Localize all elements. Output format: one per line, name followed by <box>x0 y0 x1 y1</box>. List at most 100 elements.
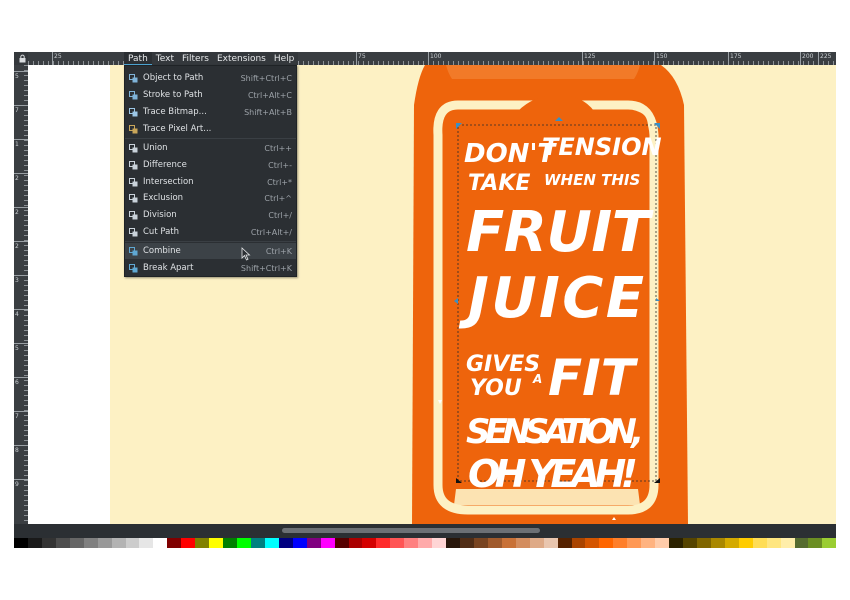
menu-item-label: Trace Bitmap... <box>143 107 207 117</box>
text-take[interactable]: TAKE <box>468 171 530 196</box>
menu-item-intersection[interactable]: Intersection Ctrl+* <box>125 174 296 190</box>
menu-item-union[interactable]: Union Ctrl++ <box>125 140 296 156</box>
palette-swatch[interactable] <box>794 538 809 548</box>
palette-swatch[interactable] <box>446 538 460 548</box>
menu-item-label: Intersection <box>143 177 194 187</box>
palette-swatch[interactable] <box>710 538 725 548</box>
scrollbar-thumb[interactable] <box>282 528 540 533</box>
menu-item-difference[interactable]: Difference Ctrl+- <box>125 157 296 173</box>
palette-swatch[interactable] <box>724 538 739 548</box>
palette-swatch[interactable] <box>125 538 140 548</box>
palette-swatch[interactable] <box>543 538 558 548</box>
palette-swatch[interactable] <box>529 538 544 548</box>
ruler-major-tick <box>14 173 28 174</box>
palette-swatch[interactable] <box>738 538 753 548</box>
palette-swatch[interactable] <box>683 538 697 548</box>
palette-swatch[interactable] <box>153 538 168 548</box>
palette-swatch[interactable] <box>348 538 363 548</box>
palette-swatch[interactable] <box>585 538 600 548</box>
menu-item-object-to-path[interactable]: Object to Path Shift+Ctrl+C <box>125 70 296 86</box>
palette-swatch[interactable] <box>334 538 349 548</box>
palette-swatch[interactable] <box>696 538 711 548</box>
palette-swatch[interactable] <box>613 538 628 548</box>
palette-swatch[interactable] <box>181 538 196 548</box>
menu-path[interactable]: Path <box>124 52 152 65</box>
palette-swatch[interactable] <box>752 538 767 548</box>
palette-swatch[interactable] <box>14 538 28 548</box>
menu-item-trace-bitmap[interactable]: Trace Bitmap... Shift+Alt+B <box>125 104 296 120</box>
palette-swatch[interactable] <box>515 538 530 548</box>
ruler-label: 75 <box>358 53 366 60</box>
menu-item-stroke-to-path[interactable]: Stroke to Path Ctrl+Alt+C <box>125 87 296 103</box>
menu-item-combine[interactable]: Combine Ctrl+K <box>125 243 296 259</box>
text-tension[interactable]: TENSION <box>542 133 662 161</box>
palette-swatch[interactable] <box>362 538 377 548</box>
palette-swatch[interactable] <box>278 538 293 548</box>
palette-swatch[interactable] <box>139 538 154 548</box>
palette-swatch[interactable] <box>111 538 126 548</box>
palette-swatch[interactable] <box>97 538 112 548</box>
menu-text[interactable]: Text <box>152 52 178 65</box>
menu-filters[interactable]: Filters <box>178 52 213 65</box>
palette-swatch[interactable] <box>83 538 98 548</box>
palette-swatch[interactable] <box>264 538 279 548</box>
lock-icon[interactable] <box>18 54 27 63</box>
palette-swatch[interactable] <box>487 538 502 548</box>
palette-swatch[interactable] <box>195 538 210 548</box>
palette-swatch[interactable] <box>376 538 391 548</box>
palette-swatch[interactable] <box>69 538 84 548</box>
palette-swatch[interactable] <box>390 538 405 548</box>
vertical-ruler[interactable]: 5 7 1 2 2 2 3 4 5 6 7 8 9 <box>14 65 28 524</box>
menu-extensions[interactable]: Extensions <box>213 52 270 65</box>
palette-swatch[interactable] <box>27 538 42 548</box>
text-when-this[interactable]: WHEN THIS <box>544 171 640 189</box>
palette-swatch[interactable] <box>780 538 795 548</box>
palette-swatch[interactable] <box>209 538 224 548</box>
palette-swatch[interactable] <box>655 538 670 548</box>
palette-swatch[interactable] <box>41 538 56 548</box>
palette-swatch[interactable] <box>223 538 237 548</box>
text-you[interactable]: YOU <box>470 376 522 401</box>
palette-swatch[interactable] <box>557 538 572 548</box>
menu-item-cut-path[interactable]: Cut Path Ctrl+Alt+/ <box>125 224 296 240</box>
palette-swatch[interactable] <box>432 538 447 548</box>
text-sensation[interactable]: SENSATION, <box>466 412 644 452</box>
palette-swatch[interactable] <box>571 538 586 548</box>
palette-swatch[interactable] <box>404 538 419 548</box>
palette-swatch[interactable] <box>167 538 182 548</box>
menu-item-trace-pixel-art[interactable]: Trace Pixel Art... <box>125 121 296 137</box>
palette-swatch[interactable] <box>250 538 265 548</box>
color-palette[interactable] <box>14 538 836 548</box>
palette-swatch[interactable] <box>320 538 335 548</box>
palette-swatch[interactable] <box>599 538 614 548</box>
text-gives[interactable]: GIVES <box>466 352 540 377</box>
palette-swatch[interactable] <box>237 538 251 548</box>
palette-swatch[interactable] <box>822 538 836 548</box>
palette-swatch[interactable] <box>460 538 474 548</box>
text-juice[interactable]: JUICE <box>458 266 644 331</box>
palette-swatch[interactable] <box>808 538 823 548</box>
trace-bitmap-icon <box>129 107 138 116</box>
menu-item-break-apart[interactable]: Break Apart Shift+Ctrl+K <box>125 260 296 276</box>
menu-item-exclusion[interactable]: Exclusion Ctrl+^ <box>125 190 296 206</box>
menu-help[interactable]: Help <box>270 52 299 65</box>
palette-swatch[interactable] <box>473 538 488 548</box>
palette-swatch[interactable] <box>418 538 433 548</box>
ruler-major-tick <box>14 445 28 446</box>
palette-swatch[interactable] <box>627 538 642 548</box>
horizontal-scrollbar[interactable] <box>28 524 836 538</box>
bottle-neck-highlight <box>446 65 640 79</box>
text-fruit[interactable]: FRUIT <box>466 200 654 265</box>
text-oh-yeah[interactable]: OH YEAH! <box>468 452 638 496</box>
palette-swatch[interactable] <box>306 538 321 548</box>
palette-swatch[interactable] <box>641 538 656 548</box>
menu-item-division[interactable]: Division Ctrl+/ <box>125 207 296 223</box>
text-a[interactable]: A <box>532 372 542 386</box>
palette-swatch[interactable] <box>669 538 683 548</box>
palette-swatch[interactable] <box>292 538 307 548</box>
text-fit[interactable]: FIT <box>548 349 639 407</box>
ruler-major-tick <box>14 105 28 106</box>
palette-swatch[interactable] <box>766 538 781 548</box>
palette-swatch[interactable] <box>55 538 70 548</box>
palette-swatch[interactable] <box>501 538 516 548</box>
